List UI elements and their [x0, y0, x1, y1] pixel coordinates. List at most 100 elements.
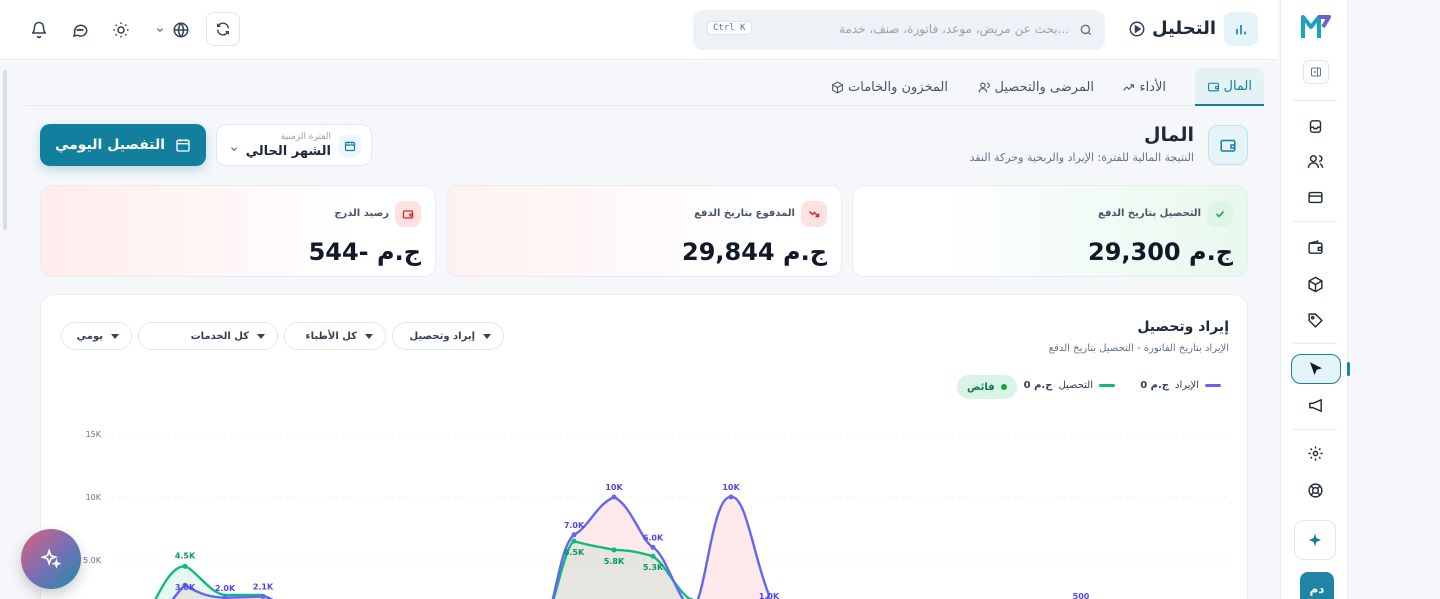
- calendar-icon: [176, 139, 190, 152]
- wallet-icon: [395, 201, 421, 227]
- ai-assistant-fab[interactable]: [21, 529, 81, 589]
- collection-point: [611, 547, 617, 553]
- section-title: المال: [1143, 124, 1194, 146]
- revenue-chart: 15K 10K 5.0K 3.0K 2.0K 2.1K 7.0K 10K 6.0K 10K 1.0K…: [83, 430, 1231, 599]
- search-input[interactable]: Ctrl K بحث عن مريض، موعد، فاتورة، صنف، خ…: [693, 10, 1105, 50]
- wallet-icon[interactable]: [1303, 235, 1327, 259]
- y-tick-label: 10K: [86, 493, 102, 502]
- period-label: الفترة الزمنية: [280, 132, 331, 142]
- period-value: الشهر الحالي: [245, 144, 331, 159]
- collection-data-label: 4.5K: [175, 551, 196, 560]
- help-icon[interactable]: [1303, 478, 1327, 502]
- collection-data-label: 5.8K: [604, 557, 625, 566]
- revenue-point: [728, 494, 734, 500]
- tab-label: المرضى والتحصيل: [994, 79, 1094, 95]
- chevron-down-icon: [229, 139, 239, 158]
- kpi-label: التحصيل بتاريخ الدفع: [1098, 208, 1201, 219]
- avatar[interactable]: دم: [1300, 572, 1334, 599]
- top-bar: Ctrl K بحث عن مريض، موعد، فاتورة، صنف، خ…: [0, 0, 1278, 60]
- y-tick-label: 15K: [86, 430, 102, 439]
- revenue-data-label: 10K: [722, 483, 740, 492]
- bell-icon[interactable]: [23, 14, 55, 46]
- kpi-card-drawer: رصيد الدرج 544- ج.م: [40, 185, 436, 277]
- trend-icon: [1123, 83, 1135, 91]
- revenue-data-label: 1.0K: [759, 592, 780, 599]
- refresh-icon: [217, 22, 229, 36]
- kpi-card-paid: المدفوع بتاريخ الدفع 29,844 ج.م: [446, 185, 842, 277]
- tab-label: الأداء: [1139, 79, 1166, 95]
- revenue-point: [650, 544, 656, 550]
- kpi-value: 29,300 ج.م: [1088, 238, 1233, 266]
- play-icon[interactable]: [1128, 20, 1146, 38]
- sparkle-icon: [1309, 533, 1321, 547]
- section-subtitle: النتيجة المالية للفترة: الإيراد والربحية…: [969, 151, 1194, 164]
- scrollbar[interactable]: [3, 70, 7, 230]
- revenue-series-line: [171, 495, 771, 599]
- tab-inventory[interactable]: المخزون والخامات: [819, 68, 960, 106]
- kpi-card-collected: التحصيل بتاريخ الدفع 29,300 ج.م: [852, 185, 1248, 277]
- collection-point: [182, 563, 188, 569]
- tab-label: المال: [1223, 78, 1253, 94]
- tag-icon[interactable]: [1303, 308, 1327, 332]
- daily-breakdown-button[interactable]: التفصيل اليومي: [40, 124, 206, 166]
- collection-data-label: 6.5K: [564, 548, 585, 557]
- users-icon: [978, 82, 990, 92]
- revenue-data-label: 6.0K: [643, 533, 664, 542]
- revenue-point: [571, 532, 577, 538]
- search-shortcut: Ctrl K: [707, 21, 752, 35]
- sun-icon[interactable]: [105, 14, 137, 46]
- revenue-data-label: 10K: [605, 483, 623, 492]
- tab-finance[interactable]: المال: [1194, 68, 1264, 106]
- search-icon: [1079, 22, 1093, 41]
- search-placeholder: بحث عن مريض، موعد، فاتورة، صنف، خدمة...: [839, 22, 1069, 36]
- cursor-icon: [1310, 362, 1322, 375]
- megaphone-icon[interactable]: [1303, 393, 1327, 417]
- collection-point: [571, 538, 577, 544]
- ai-assistant-button[interactable]: [1294, 520, 1336, 560]
- analytics-nav-item[interactable]: [1291, 354, 1341, 384]
- tab-label: المخزون والخامات: [848, 79, 948, 95]
- trend-down-icon: [801, 201, 827, 227]
- gear-icon[interactable]: [1303, 441, 1327, 465]
- wallet-icon: [1208, 125, 1248, 165]
- app-logo: [1301, 14, 1331, 44]
- globe-icon[interactable]: [165, 14, 197, 46]
- refresh-button[interactable]: [206, 12, 240, 46]
- revenue-point: [611, 494, 617, 500]
- tab-bar: المال الأداء المرضى والتحصيل المخزون وال…: [26, 66, 1264, 106]
- collection-data-label: 5.3K: [643, 563, 664, 572]
- wallet-icon: [1207, 82, 1219, 91]
- inbox-icon[interactable]: [1303, 114, 1327, 138]
- collapse-sidebar-button[interactable]: [1303, 60, 1329, 84]
- rail-divider: [1293, 100, 1337, 101]
- tab-patients[interactable]: المرضى والتحصيل: [966, 68, 1106, 106]
- revenue-area: [173, 496, 769, 599]
- tab-performance[interactable]: الأداء: [1110, 68, 1178, 106]
- chat-icon[interactable]: [64, 14, 96, 46]
- sparkle-icon: [40, 548, 62, 569]
- calendar-icon: [339, 135, 361, 157]
- rail-divider: [1293, 429, 1337, 430]
- box-icon: [832, 80, 843, 94]
- kpi-value: 544- ج.م: [308, 238, 421, 266]
- analytics-icon: [1224, 12, 1258, 46]
- revenue-data-label: 3.0K: [175, 583, 196, 592]
- period-select[interactable]: الفترة الزمنية الشهر الحالي: [216, 124, 372, 166]
- revenue-data-label: 500: [1073, 592, 1090, 599]
- revenue-data-label: 2.1K: [253, 583, 274, 592]
- rail-divider: [1293, 343, 1337, 344]
- revenue-data-label: 7.0K: [564, 521, 585, 530]
- box-icon[interactable]: [1303, 272, 1327, 296]
- kpi-label: رصيد الدرج: [334, 208, 389, 219]
- kpi-label: المدفوع بتاريخ الدفع: [694, 208, 795, 219]
- kpi-value: 29,844 ج.م: [682, 238, 827, 266]
- page-title: التحليل: [1151, 18, 1216, 39]
- daily-button-label: التفصيل اليومي: [54, 137, 166, 153]
- check-icon: [1207, 201, 1233, 227]
- users-icon[interactable]: [1303, 149, 1327, 173]
- collection-point: [650, 553, 656, 559]
- rail-divider: [1293, 221, 1337, 222]
- revenue-point: [260, 594, 266, 599]
- card-icon[interactable]: [1303, 185, 1327, 209]
- revenue-data-label: 2.0K: [215, 584, 236, 593]
